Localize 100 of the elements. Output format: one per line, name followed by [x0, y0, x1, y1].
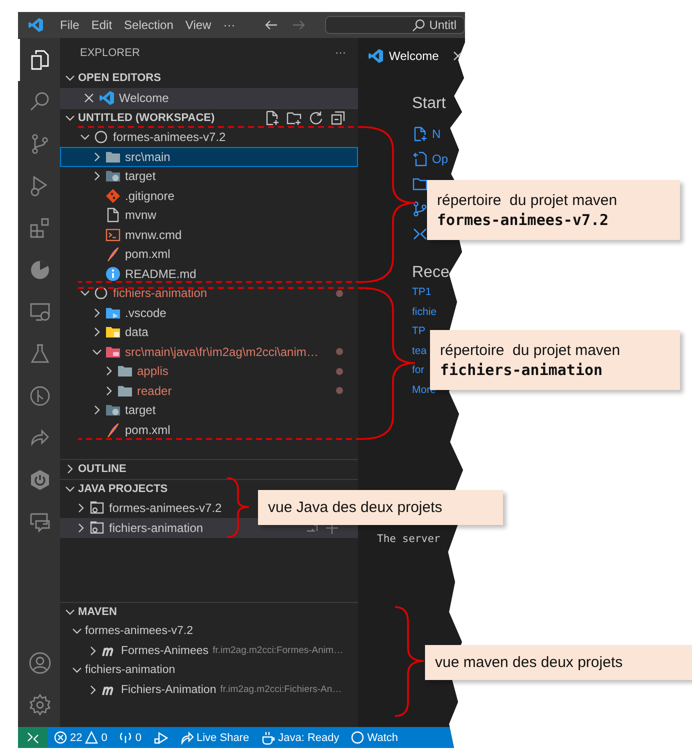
callout-code: fichiers-animation	[440, 360, 604, 378]
recent-link[interactable]: TP1	[412, 286, 432, 299]
status-dot	[336, 368, 343, 375]
folder-icon[interactable]	[412, 176, 428, 192]
project-icon	[89, 500, 105, 516]
folder-gear-icon	[105, 402, 121, 418]
menu-item[interactable]: Selection	[118, 18, 180, 32]
logo-icon[interactable]	[28, 17, 44, 33]
tree-item[interactable]: src\main\java\fr\im2ag\m2cci\anim…	[60, 342, 358, 362]
close-icon[interactable]	[83, 92, 95, 104]
file-icon	[105, 207, 121, 224]
recent-link[interactable]: tea	[412, 344, 427, 358]
account-icon[interactable]	[28, 651, 52, 675]
pie-chart-icon[interactable]	[28, 258, 52, 282]
tree-item[interactable]: Fichiers-Animation fr.im2ag.m2cci:Fichiers-An…	[60, 680, 358, 700]
remote-button[interactable]	[18, 727, 48, 748]
antenna-icon	[119, 731, 132, 744]
tree-item[interactable]: fichiers-animation	[60, 660, 358, 680]
live-share-button[interactable]: Live Share	[174, 727, 256, 748]
sidebar-title: EXPLORER	[80, 47, 140, 59]
new-file-icon[interactable]	[412, 126, 428, 142]
more-actions-button[interactable]: ···	[335, 47, 346, 59]
remote-icon[interactable]	[412, 226, 428, 242]
callout-text: répertoire du projet maven	[440, 342, 622, 358]
tree-item[interactable]: mvnw.cmd	[60, 225, 358, 244]
branch-icon[interactable]	[412, 200, 428, 216]
tree-item[interactable]: pom.xml	[60, 420, 358, 440]
feather-icon	[105, 422, 121, 438]
terminal-text: The server	[377, 532, 440, 545]
section-header[interactable]: MAVEN	[60, 602, 358, 622]
recent-link[interactable]: TP	[412, 325, 426, 338]
tree-item[interactable]: README.md	[60, 264, 358, 284]
menu-item[interactable]: Edit	[85, 18, 118, 32]
section-header[interactable]: OPEN EDITORS	[60, 68, 358, 88]
callout-text: répertoire du projet maven	[437, 192, 618, 208]
tree-item[interactable]: mvnw	[60, 206, 358, 225]
start-link[interactable]: N	[432, 126, 441, 140]
cup-icon	[261, 730, 276, 744]
tree-item[interactable]: .vscode	[60, 303, 358, 322]
status-dot	[336, 387, 343, 394]
folder-icon	[117, 363, 133, 380]
ports-button[interactable]: 0	[113, 727, 148, 748]
brace-mark	[226, 477, 250, 538]
section-header[interactable]: OUTLINE	[60, 458, 358, 478]
logo-icon	[99, 90, 115, 106]
recent-link[interactable]: for	[412, 364, 424, 378]
tree-item[interactable]: fichiers-animation	[60, 284, 358, 303]
collapse-icon[interactable]	[330, 110, 346, 126]
tree-item[interactable]: formes-animees-v7.2	[60, 128, 358, 147]
search-field[interactable]: Untitl	[325, 16, 466, 34]
open-editor-item[interactable]: Welcome	[60, 88, 358, 108]
tree-item[interactable]: reader	[60, 381, 358, 400]
watch-button[interactable]: Watch	[345, 727, 404, 748]
share-arrow-icon	[180, 730, 194, 744]
settings-icon[interactable]	[28, 693, 52, 717]
tree-item[interactable]: target	[60, 166, 358, 186]
menu-item[interactable]: ···	[217, 18, 242, 32]
logo-icon	[368, 48, 384, 64]
remote-icon	[26, 730, 40, 744]
tree-item[interactable]: .gitignore	[60, 186, 358, 206]
tree-item[interactable]: applis	[60, 362, 358, 381]
menu-item[interactable]: File	[54, 18, 86, 32]
open-file-icon[interactable]	[412, 150, 428, 166]
tree-item[interactable]: src\main	[60, 147, 358, 166]
section-header[interactable]: UNTITLED (WORKSPACE)	[60, 108, 358, 128]
feather-icon	[105, 246, 121, 262]
diamond-icon	[105, 188, 121, 204]
problems-button[interactable]: 22 0	[48, 727, 114, 748]
power-icon[interactable]	[28, 468, 52, 492]
new-folder-icon[interactable]	[286, 110, 302, 126]
branch-circle-icon[interactable]	[28, 384, 52, 408]
menu-item[interactable]: View	[179, 18, 218, 32]
terminal-icon	[105, 226, 121, 243]
folder-gear-icon	[105, 168, 121, 184]
callout-text: vue Java des deux projets	[268, 499, 444, 516]
recent-link[interactable]: fichie	[412, 306, 437, 319]
section-heading: Start	[412, 95, 446, 114]
info-icon	[105, 266, 121, 282]
tree-item[interactable]: formes-animees-v7.2	[60, 622, 358, 641]
refresh-icon[interactable]	[308, 110, 324, 126]
section-heading: Rece	[412, 264, 450, 283]
callout-text: vue maven des deux projets	[435, 654, 624, 671]
folder-icon	[105, 324, 121, 340]
start-link[interactable]: Op	[432, 152, 448, 166]
circle-icon	[93, 129, 109, 146]
java-status[interactable]: Java: Ready	[255, 727, 346, 748]
tree-item[interactable]: Formes-Animees fr.im2ag.m2cci:Formes-Anim…	[60, 641, 358, 660]
tree-item[interactable]: data	[60, 322, 358, 342]
status-dot	[336, 348, 343, 356]
new-file-icon[interactable]	[264, 110, 280, 126]
tree-item[interactable]: target	[60, 400, 358, 420]
project-icon	[89, 520, 105, 536]
description-text: fr.im2ag.m2cci:Formes-Anim…	[212, 645, 343, 656]
callout-code: formes-animees-v7.2	[437, 210, 610, 228]
description-text: fr.im2ag.m2cci:Fichiers-An…	[220, 684, 342, 696]
tree-item[interactable]: pom.xml	[60, 244, 358, 264]
search-icon	[412, 18, 426, 32]
circle-icon	[93, 285, 109, 302]
status-dot	[336, 290, 343, 297]
circle-icon	[351, 731, 364, 744]
